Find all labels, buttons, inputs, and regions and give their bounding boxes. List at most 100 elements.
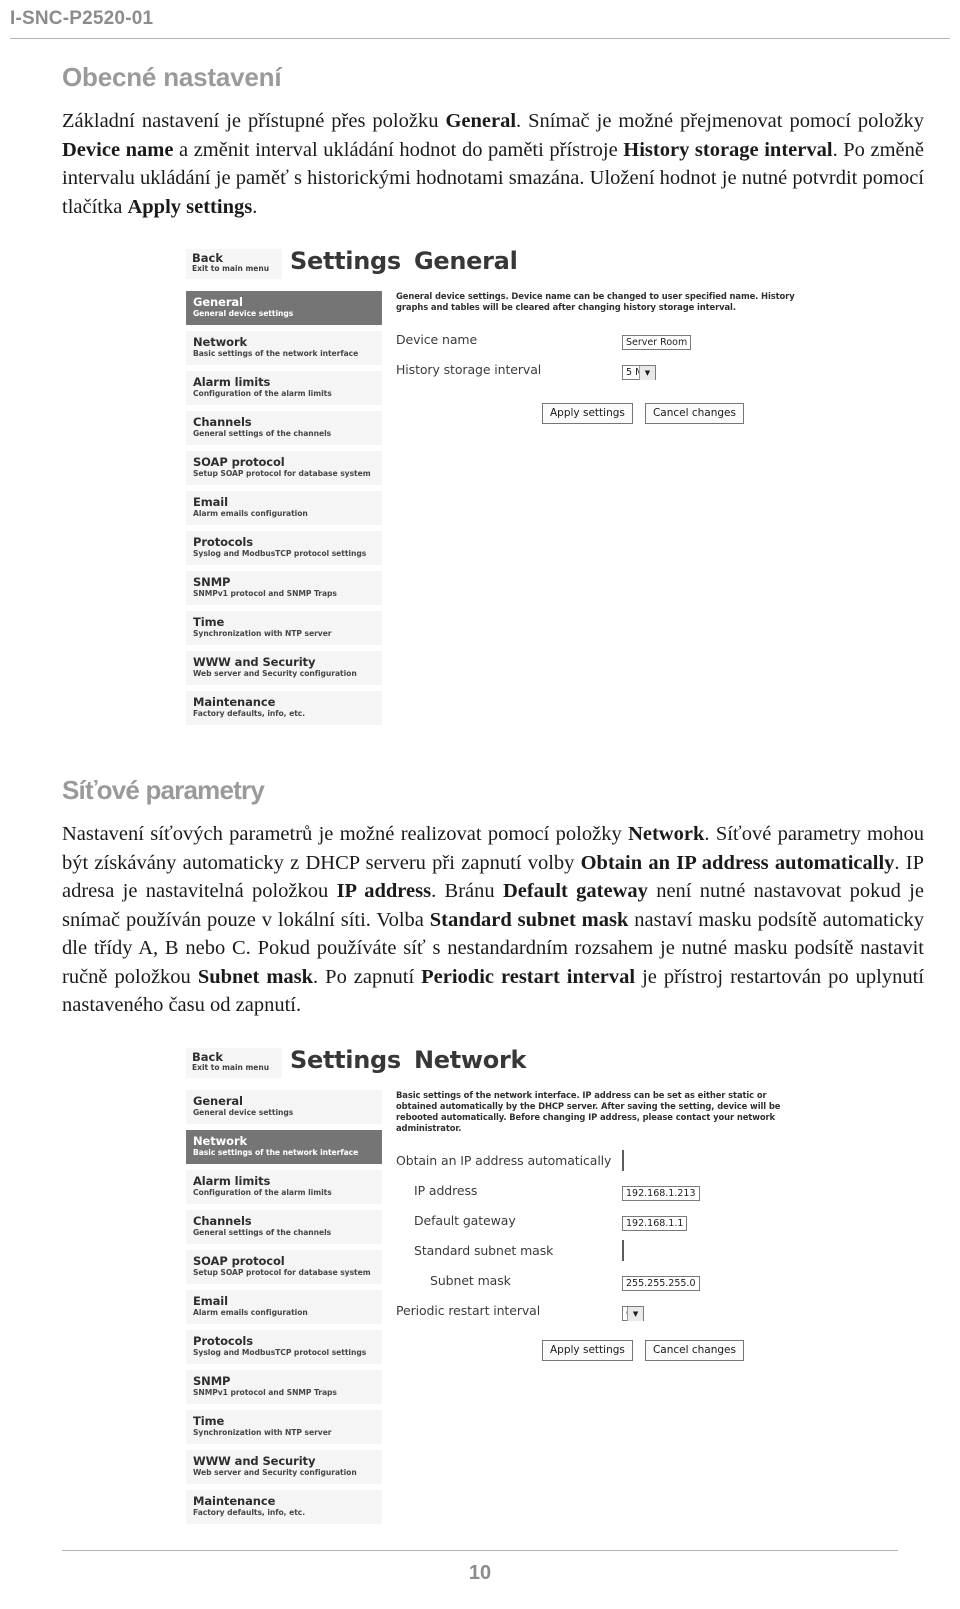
back-button-label: Back xyxy=(192,251,223,265)
sidebar-item-channels[interactable]: Channels General settings of the channels xyxy=(186,1209,382,1244)
apply-settings-button[interactable]: Apply settings xyxy=(542,403,633,425)
body-text: . Po zapnutí xyxy=(313,965,422,988)
default-gateway-label: Default gateway xyxy=(414,1213,516,1229)
chevron-down-icon[interactable]: ▼ xyxy=(627,1307,644,1322)
sidebar-item-www-and-security[interactable]: WWW and Security Web server and Security … xyxy=(186,1449,382,1484)
obtain-ip-checkbox[interactable] xyxy=(622,1150,624,1172)
sidebar-item-snmp[interactable]: SNMP SNMPv1 protocol and SNMP Traps xyxy=(186,571,382,605)
emphasis-text: Obtain an IP address automatically xyxy=(580,851,895,874)
history-interval-select[interactable]: 5 Min ▼ xyxy=(622,365,656,381)
emphasis-text: Subnet mask xyxy=(197,965,314,988)
periodic-restart-select[interactable]: Off ▼ xyxy=(622,1306,645,1322)
footer-divider xyxy=(62,1550,898,1551)
back-button[interactable]: Back Exit to main menu xyxy=(186,1047,282,1078)
body-text: . Snímač je možné přejmenovat pomocí pol… xyxy=(516,110,924,132)
sidebar-item-email[interactable]: Email Alarm emails configuration xyxy=(186,1289,382,1324)
sidebar-item-label: SOAP protocol xyxy=(193,1253,285,1268)
history-interval-control: 5 Min ▼ xyxy=(622,360,656,381)
screenshot-settings-general: Back Exit to main menu Settings General … xyxy=(186,247,806,731)
sidebar-item-label: Email xyxy=(193,1293,228,1308)
sidebar-item-sublabel: Alarm emails configuration xyxy=(193,509,308,518)
action-buttons-network: Apply settings Cancel changes xyxy=(542,1338,751,1362)
back-button-label: Back xyxy=(192,1049,223,1064)
subnet-mask-input[interactable]: 255.255.255.0 xyxy=(622,1276,700,1292)
subnet-mask-control: 255.255.255.0 xyxy=(622,1271,700,1292)
emphasis-text: IP address xyxy=(336,880,432,902)
sidebar-item-sublabel: Synchronization with NTP server xyxy=(193,1427,332,1437)
sidebar-item-soap-protocol[interactable]: SOAP protocol Setup SOAP protocol for dat… xyxy=(186,1249,382,1284)
section-paragraph-general: Základní nastavení je přístupné přes pol… xyxy=(62,107,924,221)
sidebar-item-label: Channels xyxy=(193,415,252,429)
page-header: I-SNC-P2520-01 xyxy=(10,8,950,44)
sidebar-item-sublabel: Synchronization with NTP server xyxy=(193,629,332,638)
shot-body: General General device settings Network Bas… xyxy=(186,291,806,731)
sidebar-item-sublabel: General device settings xyxy=(193,1107,294,1117)
history-interval-label: History storage interval xyxy=(396,362,542,378)
sidebar-item-protocols[interactable]: Protocols Syslog and ModbusTCP protocol s… xyxy=(186,531,382,565)
sidebar-item-label: Time xyxy=(193,615,225,629)
page-content: Obecné nastavení Základní nastavení je p… xyxy=(62,62,924,1530)
emphasis-text: Standard subnet mask xyxy=(429,908,629,931)
sidebar-item-label: Time xyxy=(193,1413,225,1428)
sidebar-item-email[interactable]: Email Alarm emails configuration xyxy=(186,491,382,525)
sidebar-item-sublabel: General settings of the channels xyxy=(193,429,332,438)
body-text: Základní nastavení je přístupné přes pol… xyxy=(62,110,446,132)
field-row-subnet-mask: Subnet mask 255.255.255.0 xyxy=(396,1268,806,1293)
sidebar-item-sublabel: Basic settings of the network interface xyxy=(193,1147,359,1157)
sidebar-item-sublabel: General settings of the channels xyxy=(193,1227,332,1237)
sidebar-item-time[interactable]: Time Synchronization with NTP server xyxy=(186,1409,382,1444)
page-number: 10 xyxy=(468,1562,492,1584)
sidebar-item-maintenance[interactable]: Maintenance Factory defaults, info, etc. xyxy=(186,691,382,725)
field-row-obtain-ip: Obtain an IP address automatically xyxy=(396,1148,806,1173)
button-row-network: Apply settings Cancel changes xyxy=(396,1337,806,1362)
emphasis-text: Device name xyxy=(62,138,174,161)
standard-subnet-checkbox[interactable] xyxy=(622,1240,624,1262)
field-row-history-interval: History storage interval 5 Min ▼ xyxy=(396,357,806,382)
sidebar-item-channels[interactable]: Channels General settings of the channels xyxy=(186,411,382,445)
field-row-standard-subnet: Standard subnet mask xyxy=(396,1238,806,1263)
emphasis-text: General xyxy=(445,110,517,132)
device-name-input[interactable]: Server Room xyxy=(622,335,692,351)
sidebar-item-label: WWW and Security xyxy=(193,655,316,669)
chevron-down-icon[interactable]: ▼ xyxy=(638,366,655,381)
cancel-changes-button[interactable]: Cancel changes xyxy=(644,1340,744,1362)
periodic-restart-label: Periodic restart interval xyxy=(396,1303,541,1319)
sidebar-item-label: Network xyxy=(193,1133,248,1148)
sidebar-item-sublabel: Setup SOAP protocol for database system xyxy=(193,1267,371,1277)
standard-subnet-label: Standard subnet mask xyxy=(414,1243,554,1259)
sidebar-item-sublabel: Factory defaults, info, etc. xyxy=(193,1507,306,1517)
back-button[interactable]: Back Exit to main menu xyxy=(186,249,282,279)
sidebar-item-label: Network xyxy=(193,335,248,349)
emphasis-text: Default gateway xyxy=(502,880,648,902)
back-button-sublabel: Exit to main menu xyxy=(192,264,270,273)
sidebar-item-general[interactable]: General General device settings xyxy=(186,291,382,325)
sidebar-item-sublabel: Configuration of the alarm limits xyxy=(193,1187,332,1197)
settings-main-panel: General device settings. Device name can… xyxy=(382,291,806,731)
ip-address-input[interactable]: 192.168.1.213 xyxy=(622,1186,700,1202)
cancel-changes-button[interactable]: Cancel changes xyxy=(644,403,744,425)
settings-sidebar: General General device settings Network Bas… xyxy=(186,291,382,731)
section-paragraph-network: Nastavení síťových parametrů je možné re… xyxy=(62,820,924,1020)
sidebar-item-label: WWW and Security xyxy=(193,1453,316,1468)
sidebar-item-time[interactable]: Time Synchronization with NTP server xyxy=(186,611,382,645)
sidebar-item-www-and-security[interactable]: WWW and Security Web server and Security … xyxy=(186,651,382,685)
back-button-sublabel: Exit to main menu xyxy=(192,1062,270,1072)
sidebar-item-alarm-limits[interactable]: Alarm limits Configuration of the alarm l… xyxy=(186,371,382,405)
sidebar-item-maintenance[interactable]: Maintenance Factory defaults, info, etc. xyxy=(186,1489,382,1524)
panel-description: Basic settings of the network interface.… xyxy=(396,1089,781,1134)
sidebar-item-sublabel: Configuration of the alarm limits xyxy=(193,389,332,398)
sidebar-item-soap-protocol[interactable]: SOAP protocol Setup SOAP protocol for dat… xyxy=(186,451,382,485)
sidebar-item-protocols[interactable]: Protocols Syslog and ModbusTCP protocol s… xyxy=(186,1329,382,1364)
periodic-restart-control: Off ▼ xyxy=(622,1301,645,1322)
apply-settings-button[interactable]: Apply settings xyxy=(542,1340,633,1362)
sidebar-item-sublabel: Factory defaults, info, etc. xyxy=(193,709,306,718)
sidebar-item-general[interactable]: General General device settings xyxy=(186,1089,382,1124)
default-gateway-input[interactable]: 192.168.1.1 xyxy=(622,1216,688,1232)
device-name-label: Device name xyxy=(396,332,478,348)
sidebar-item-alarm-limits[interactable]: Alarm limits Configuration of the alarm l… xyxy=(186,1169,382,1204)
field-row-ip-address: IP address 192.168.1.213 xyxy=(396,1178,806,1203)
sidebar-item-network[interactable]: Network Basic settings of the network int… xyxy=(186,331,382,365)
sidebar-item-network[interactable]: Network Basic settings of the network int… xyxy=(186,1129,382,1164)
sidebar-item-snmp[interactable]: SNMP SNMPv1 protocol and SNMP Traps xyxy=(186,1369,382,1404)
settings-sidebar: General General device settings Network Bas… xyxy=(186,1089,382,1530)
